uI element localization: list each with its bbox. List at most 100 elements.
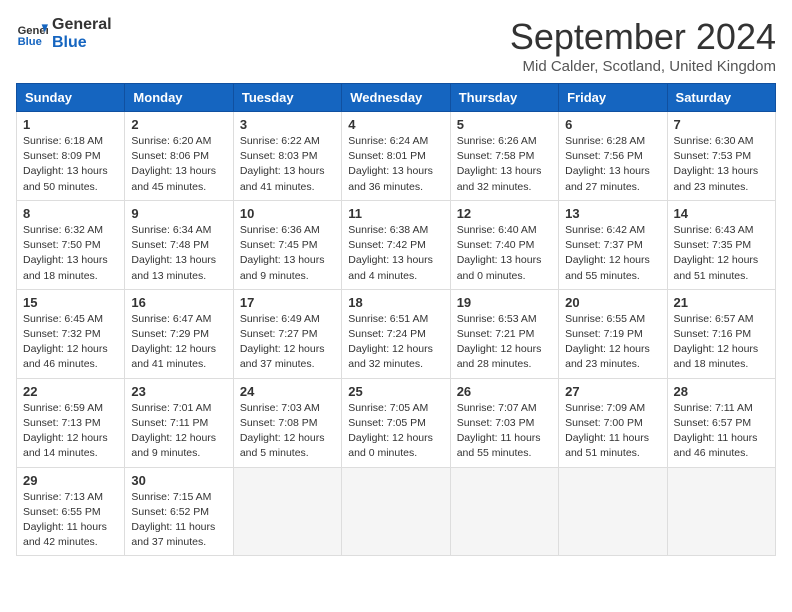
day-info: Sunrise: 6:55 AM Sunset: 7:19 PM Dayligh… <box>565 312 660 373</box>
calendar-cell: 6 Sunrise: 6:28 AM Sunset: 7:56 PM Daylig… <box>559 112 667 201</box>
calendar-cell: 16 Sunrise: 6:47 AM Sunset: 7:29 PM Dayli… <box>125 289 233 378</box>
calendar-table: SundayMondayTuesdayWednesdayThursdayFrid… <box>16 83 776 556</box>
logo: General Blue General Blue <box>16 16 112 51</box>
calendar-cell: 23 Sunrise: 7:01 AM Sunset: 7:11 PM Dayli… <box>125 378 233 467</box>
calendar-cell: 4 Sunrise: 6:24 AM Sunset: 8:01 PM Daylig… <box>342 112 450 201</box>
day-info: Sunrise: 7:13 AM Sunset: 6:55 PM Dayligh… <box>23 490 118 551</box>
calendar-cell: 26 Sunrise: 7:07 AM Sunset: 7:03 PM Dayli… <box>450 378 558 467</box>
day-number: 1 <box>23 117 118 132</box>
logo-blue: Blue <box>52 34 112 52</box>
day-info: Sunrise: 6:45 AM Sunset: 7:32 PM Dayligh… <box>23 312 118 373</box>
day-number: 19 <box>457 295 552 310</box>
day-info: Sunrise: 6:18 AM Sunset: 8:09 PM Dayligh… <box>23 134 118 195</box>
day-number: 21 <box>674 295 769 310</box>
day-number: 8 <box>23 206 118 221</box>
calendar-cell: 5 Sunrise: 6:26 AM Sunset: 7:58 PM Daylig… <box>450 112 558 201</box>
header-monday: Monday <box>125 84 233 112</box>
calendar-cell: 19 Sunrise: 6:53 AM Sunset: 7:21 PM Dayli… <box>450 289 558 378</box>
day-number: 16 <box>131 295 226 310</box>
day-number: 2 <box>131 117 226 132</box>
header-saturday: Saturday <box>667 84 775 112</box>
day-info: Sunrise: 7:05 AM Sunset: 7:05 PM Dayligh… <box>348 401 443 462</box>
calendar-cell <box>450 467 558 556</box>
day-info: Sunrise: 7:07 AM Sunset: 7:03 PM Dayligh… <box>457 401 552 462</box>
day-info: Sunrise: 7:15 AM Sunset: 6:52 PM Dayligh… <box>131 490 226 551</box>
day-info: Sunrise: 6:57 AM Sunset: 7:16 PM Dayligh… <box>674 312 769 373</box>
week-row-4: 22 Sunrise: 6:59 AM Sunset: 7:13 PM Dayli… <box>17 378 776 467</box>
day-number: 20 <box>565 295 660 310</box>
calendar-cell: 12Sunrise: 6:40 AM Sunset: 7:40 PM Dayli… <box>450 200 558 289</box>
header-friday: Friday <box>559 84 667 112</box>
calendar-cell: 24 Sunrise: 7:03 AM Sunset: 7:08 PM Dayli… <box>233 378 341 467</box>
day-number: 3 <box>240 117 335 132</box>
calendar-cell: 22 Sunrise: 6:59 AM Sunset: 7:13 PM Dayli… <box>17 378 125 467</box>
day-info: Sunrise: 7:03 AM Sunset: 7:08 PM Dayligh… <box>240 401 335 462</box>
day-info: Sunrise: 7:09 AM Sunset: 7:00 PM Dayligh… <box>565 401 660 462</box>
calendar-cell <box>667 467 775 556</box>
location: Mid Calder, Scotland, United Kingdom <box>510 58 776 75</box>
calendar-header-row: SundayMondayTuesdayWednesdayThursdayFrid… <box>17 84 776 112</box>
day-info: Sunrise: 6:47 AM Sunset: 7:29 PM Dayligh… <box>131 312 226 373</box>
calendar-cell <box>342 467 450 556</box>
calendar-cell: 25 Sunrise: 7:05 AM Sunset: 7:05 PM Dayli… <box>342 378 450 467</box>
day-info: Sunrise: 6:51 AM Sunset: 7:24 PM Dayligh… <box>348 312 443 373</box>
day-info: Sunrise: 6:24 AM Sunset: 8:01 PM Dayligh… <box>348 134 443 195</box>
calendar-cell: 11 Sunrise: 6:38 AM Sunset: 7:42 PM Dayli… <box>342 200 450 289</box>
day-number: 25 <box>348 384 443 399</box>
day-info: Sunrise: 6:22 AM Sunset: 8:03 PM Dayligh… <box>240 134 335 195</box>
day-number: 26 <box>457 384 552 399</box>
day-number: 11 <box>348 206 443 221</box>
day-number: 9 <box>131 206 226 221</box>
calendar-cell <box>559 467 667 556</box>
calendar-cell: 2 Sunrise: 6:20 AM Sunset: 8:06 PM Daylig… <box>125 112 233 201</box>
calendar-cell: 3 Sunrise: 6:22 AM Sunset: 8:03 PM Daylig… <box>233 112 341 201</box>
day-info: Sunrise: 6:30 AM Sunset: 7:53 PM Dayligh… <box>674 134 769 195</box>
week-row-3: 15Sunrise: 6:45 AM Sunset: 7:32 PM Dayli… <box>17 289 776 378</box>
day-info: Sunrise: 6:38 AM Sunset: 7:42 PM Dayligh… <box>348 223 443 284</box>
calendar-cell: 20 Sunrise: 6:55 AM Sunset: 7:19 PM Dayli… <box>559 289 667 378</box>
calendar-cell: 27 Sunrise: 7:09 AM Sunset: 7:00 PM Dayli… <box>559 378 667 467</box>
day-number: 6 <box>565 117 660 132</box>
day-info: Sunrise: 6:53 AM Sunset: 7:21 PM Dayligh… <box>457 312 552 373</box>
day-number: 14 <box>674 206 769 221</box>
title-block: September 2024 Mid Calder, Scotland, Uni… <box>510 16 776 75</box>
calendar-cell: 7 Sunrise: 6:30 AM Sunset: 7:53 PM Daylig… <box>667 112 775 201</box>
calendar-cell: 15Sunrise: 6:45 AM Sunset: 7:32 PM Dayli… <box>17 289 125 378</box>
day-info: Sunrise: 6:34 AM Sunset: 7:48 PM Dayligh… <box>131 223 226 284</box>
day-number: 10 <box>240 206 335 221</box>
week-row-2: 8 Sunrise: 6:32 AM Sunset: 7:50 PM Daylig… <box>17 200 776 289</box>
day-number: 23 <box>131 384 226 399</box>
day-info: Sunrise: 6:28 AM Sunset: 7:56 PM Dayligh… <box>565 134 660 195</box>
day-info: Sunrise: 6:20 AM Sunset: 8:06 PM Dayligh… <box>131 134 226 195</box>
logo-icon: General Blue <box>16 18 48 50</box>
day-info: Sunrise: 7:11 AM Sunset: 6:57 PM Dayligh… <box>674 401 769 462</box>
svg-text:Blue: Blue <box>18 36 42 48</box>
day-info: Sunrise: 6:59 AM Sunset: 7:13 PM Dayligh… <box>23 401 118 462</box>
day-info: Sunrise: 6:36 AM Sunset: 7:45 PM Dayligh… <box>240 223 335 284</box>
calendar-cell: 8 Sunrise: 6:32 AM Sunset: 7:50 PM Daylig… <box>17 200 125 289</box>
calendar-cell: 18Sunrise: 6:51 AM Sunset: 7:24 PM Dayli… <box>342 289 450 378</box>
header-tuesday: Tuesday <box>233 84 341 112</box>
day-info: Sunrise: 6:42 AM Sunset: 7:37 PM Dayligh… <box>565 223 660 284</box>
day-info: Sunrise: 6:26 AM Sunset: 7:58 PM Dayligh… <box>457 134 552 195</box>
header-thursday: Thursday <box>450 84 558 112</box>
header-sunday: Sunday <box>17 84 125 112</box>
calendar-cell: 21 Sunrise: 6:57 AM Sunset: 7:16 PM Dayli… <box>667 289 775 378</box>
day-number: 7 <box>674 117 769 132</box>
day-number: 17 <box>240 295 335 310</box>
day-info: Sunrise: 6:49 AM Sunset: 7:27 PM Dayligh… <box>240 312 335 373</box>
day-number: 24 <box>240 384 335 399</box>
day-number: 22 <box>23 384 118 399</box>
calendar-cell: 1 Sunrise: 6:18 AM Sunset: 8:09 PM Daylig… <box>17 112 125 201</box>
day-number: 13 <box>565 206 660 221</box>
calendar-cell: 17 Sunrise: 6:49 AM Sunset: 7:27 PM Dayli… <box>233 289 341 378</box>
day-number: 4 <box>348 117 443 132</box>
calendar-cell: 14Sunrise: 6:43 AM Sunset: 7:35 PM Dayli… <box>667 200 775 289</box>
calendar-cell: 10 Sunrise: 6:36 AM Sunset: 7:45 PM Dayli… <box>233 200 341 289</box>
day-info: Sunrise: 7:01 AM Sunset: 7:11 PM Dayligh… <box>131 401 226 462</box>
calendar-cell: 29Sunrise: 7:13 AM Sunset: 6:55 PM Dayli… <box>17 467 125 556</box>
day-info: Sunrise: 6:32 AM Sunset: 7:50 PM Dayligh… <box>23 223 118 284</box>
day-number: 5 <box>457 117 552 132</box>
calendar-cell: 9 Sunrise: 6:34 AM Sunset: 7:48 PM Daylig… <box>125 200 233 289</box>
day-number: 27 <box>565 384 660 399</box>
